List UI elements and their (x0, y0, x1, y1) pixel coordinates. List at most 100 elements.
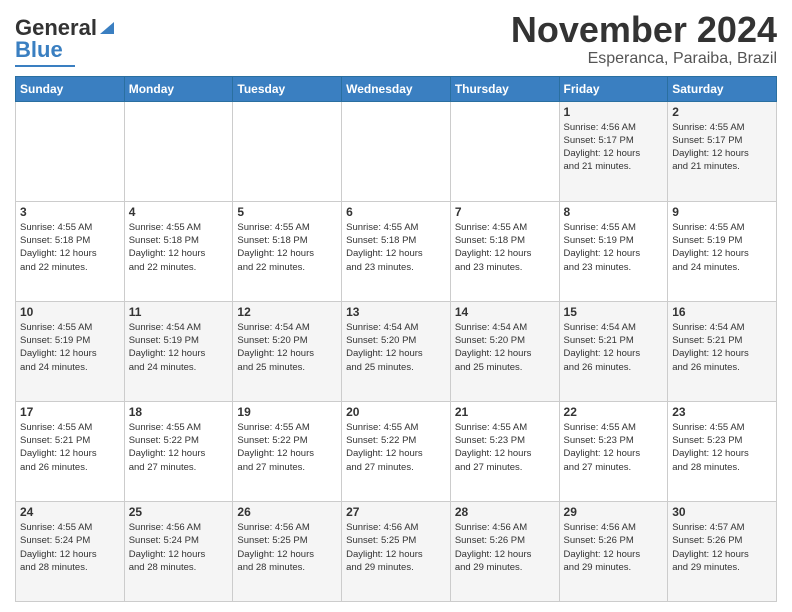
calendar-day-cell: 14 Sunrise: 4:54 AMSunset: 5:20 PMDayligh… (450, 301, 559, 401)
day-info: Sunrise: 4:55 AMSunset: 5:24 PMDaylight:… (20, 521, 120, 574)
calendar-day-cell: 18 Sunrise: 4:55 AMSunset: 5:22 PMDayligh… (124, 401, 233, 501)
calendar-day-cell: 8 Sunrise: 4:55 AMSunset: 5:19 PMDaylight… (559, 201, 668, 301)
day-info: Sunrise: 4:54 AMSunset: 5:20 PMDaylight:… (455, 321, 555, 374)
calendar-day-cell: 24 Sunrise: 4:55 AMSunset: 5:24 PMDayligh… (16, 501, 125, 601)
calendar-day-cell: 10 Sunrise: 4:55 AMSunset: 5:19 PMDayligh… (16, 301, 125, 401)
calendar-day-cell: 27 Sunrise: 4:56 AMSunset: 5:25 PMDayligh… (342, 501, 451, 601)
weekday-header: Thursday (450, 76, 559, 101)
calendar-day-cell: 22 Sunrise: 4:55 AMSunset: 5:23 PMDayligh… (559, 401, 668, 501)
day-info: Sunrise: 4:55 AMSunset: 5:23 PMDaylight:… (672, 421, 772, 474)
day-number: 25 (129, 505, 229, 519)
title-area: November 2024 Esperanca, Paraiba, Brazil (511, 10, 777, 68)
logo-arrow-icon (98, 18, 116, 36)
day-number: 30 (672, 505, 772, 519)
calendar-day-cell: 6Sunrise: 4:55 AMSunset: 5:18 PMDaylight… (342, 201, 451, 301)
calendar-day-cell: 21 Sunrise: 4:55 AMSunset: 5:23 PMDayligh… (450, 401, 559, 501)
day-info: Sunrise: 4:54 AMSunset: 5:21 PMDaylight:… (672, 321, 772, 374)
day-number: 17 (20, 405, 120, 419)
day-number: 9 (672, 205, 772, 219)
calendar-week-row: 10 Sunrise: 4:55 AMSunset: 5:19 PMDayligh… (16, 301, 777, 401)
day-number: 16 (672, 305, 772, 319)
day-number: 10 (20, 305, 120, 319)
calendar-day-cell: 29 Sunrise: 4:56 AMSunset: 5:26 PMDayligh… (559, 501, 668, 601)
day-info: Sunrise: 4:55 AMSunset: 5:19 PMDaylight:… (672, 221, 772, 274)
weekday-header: Wednesday (342, 76, 451, 101)
calendar-week-row: 24 Sunrise: 4:55 AMSunset: 5:24 PMDayligh… (16, 501, 777, 601)
calendar-week-row: 1Sunrise: 4:56 AMSunset: 5:17 PMDaylight… (16, 101, 777, 201)
day-number: 24 (20, 505, 120, 519)
calendar-day-cell: 7 Sunrise: 4:55 AMSunset: 5:18 PMDaylight… (450, 201, 559, 301)
day-number: 23 (672, 405, 772, 419)
day-info: Sunrise: 4:55 AMSunset: 5:19 PMDaylight:… (20, 321, 120, 374)
day-info: Sunrise: 4:55 AMSunset: 5:22 PMDaylight:… (129, 421, 229, 474)
day-number: 14 (455, 305, 555, 319)
day-info: Sunrise: 4:55 AMSunset: 5:19 PMDaylight:… (564, 221, 664, 274)
day-number: 7 (455, 205, 555, 219)
day-number: 29 (564, 505, 664, 519)
day-info: Sunrise: 4:55 AMSunset: 5:22 PMDaylight:… (346, 421, 446, 474)
calendar-day-cell: 19Sunrise: 4:55 AMSunset: 5:22 PMDayligh… (233, 401, 342, 501)
calendar-day-cell: 15Sunrise: 4:54 AMSunset: 5:21 PMDayligh… (559, 301, 668, 401)
day-number: 5 (237, 205, 337, 219)
day-number: 22 (564, 405, 664, 419)
calendar-day-cell (233, 101, 342, 201)
calendar-day-cell (124, 101, 233, 201)
day-info: Sunrise: 4:56 AMSunset: 5:25 PMDaylight:… (237, 521, 337, 574)
day-number: 27 (346, 505, 446, 519)
day-number: 21 (455, 405, 555, 419)
day-info: Sunrise: 4:54 AMSunset: 5:20 PMDaylight:… (346, 321, 446, 374)
day-info: Sunrise: 4:56 AMSunset: 5:26 PMDaylight:… (455, 521, 555, 574)
calendar-day-cell: 17 Sunrise: 4:55 AMSunset: 5:21 PMDayligh… (16, 401, 125, 501)
calendar-day-cell: 9 Sunrise: 4:55 AMSunset: 5:19 PMDaylight… (668, 201, 777, 301)
calendar-day-cell: 30 Sunrise: 4:57 AMSunset: 5:26 PMDayligh… (668, 501, 777, 601)
calendar-week-row: 17 Sunrise: 4:55 AMSunset: 5:21 PMDayligh… (16, 401, 777, 501)
day-info: Sunrise: 4:55 AMSunset: 5:18 PMDaylight:… (237, 221, 337, 274)
day-info: Sunrise: 4:55 AMSunset: 5:18 PMDaylight:… (20, 221, 120, 274)
calendar-day-cell (342, 101, 451, 201)
day-info: Sunrise: 4:57 AMSunset: 5:26 PMDaylight:… (672, 521, 772, 574)
day-number: 11 (129, 305, 229, 319)
calendar-day-cell: 28 Sunrise: 4:56 AMSunset: 5:26 PMDayligh… (450, 501, 559, 601)
day-number: 26 (237, 505, 337, 519)
calendar-header-row: SundayMondayTuesdayWednesdayThursdayFrid… (16, 76, 777, 101)
calendar-day-cell: 25Sunrise: 4:56 AMSunset: 5:24 PMDayligh… (124, 501, 233, 601)
day-info: Sunrise: 4:55 AMSunset: 5:23 PMDaylight:… (455, 421, 555, 474)
weekday-header: Sunday (16, 76, 125, 101)
day-info: Sunrise: 4:56 AMSunset: 5:25 PMDaylight:… (346, 521, 446, 574)
logo-text-blue: Blue (15, 37, 63, 62)
day-number: 6 (346, 205, 446, 219)
calendar-week-row: 3 Sunrise: 4:55 AMSunset: 5:18 PMDaylight… (16, 201, 777, 301)
calendar-day-cell: 13Sunrise: 4:54 AMSunset: 5:20 PMDayligh… (342, 301, 451, 401)
calendar-day-cell: 1Sunrise: 4:56 AMSunset: 5:17 PMDaylight… (559, 101, 668, 201)
day-number: 28 (455, 505, 555, 519)
day-info: Sunrise: 4:56 AMSunset: 5:26 PMDaylight:… (564, 521, 664, 574)
day-info: Sunrise: 4:54 AMSunset: 5:19 PMDaylight:… (129, 321, 229, 374)
weekday-header: Monday (124, 76, 233, 101)
day-number: 8 (564, 205, 664, 219)
day-number: 2 (672, 105, 772, 119)
calendar-day-cell: 4Sunrise: 4:55 AMSunset: 5:18 PMDaylight… (124, 201, 233, 301)
location-subtitle: Esperanca, Paraiba, Brazil (511, 50, 777, 68)
day-number: 15 (564, 305, 664, 319)
day-info: Sunrise: 4:55 AMSunset: 5:23 PMDaylight:… (564, 421, 664, 474)
day-info: Sunrise: 4:55 AMSunset: 5:22 PMDaylight:… (237, 421, 337, 474)
calendar-day-cell: 11 Sunrise: 4:54 AMSunset: 5:19 PMDayligh… (124, 301, 233, 401)
calendar-day-cell: 20 Sunrise: 4:55 AMSunset: 5:22 PMDayligh… (342, 401, 451, 501)
day-number: 3 (20, 205, 120, 219)
weekday-header: Tuesday (233, 76, 342, 101)
calendar-table: SundayMondayTuesdayWednesdayThursdayFrid… (15, 76, 777, 602)
day-info: Sunrise: 4:54 AMSunset: 5:20 PMDaylight:… (237, 321, 337, 374)
day-info: Sunrise: 4:55 AMSunset: 5:21 PMDaylight:… (20, 421, 120, 474)
calendar-day-cell (16, 101, 125, 201)
month-title: November 2024 (511, 10, 777, 50)
day-number: 20 (346, 405, 446, 419)
day-info: Sunrise: 4:55 AMSunset: 5:18 PMDaylight:… (455, 221, 555, 274)
header: General Blue November 2024 Esperanca, Pa… (15, 10, 777, 68)
day-info: Sunrise: 4:55 AMSunset: 5:18 PMDaylight:… (129, 221, 229, 274)
calendar-day-cell: 26 Sunrise: 4:56 AMSunset: 5:25 PMDayligh… (233, 501, 342, 601)
calendar-day-cell: 23 Sunrise: 4:55 AMSunset: 5:23 PMDayligh… (668, 401, 777, 501)
calendar-day-cell: 12Sunrise: 4:54 AMSunset: 5:20 PMDayligh… (233, 301, 342, 401)
day-number: 18 (129, 405, 229, 419)
calendar-day-cell: 5 Sunrise: 4:55 AMSunset: 5:18 PMDaylight… (233, 201, 342, 301)
calendar-day-cell: 3 Sunrise: 4:55 AMSunset: 5:18 PMDaylight… (16, 201, 125, 301)
